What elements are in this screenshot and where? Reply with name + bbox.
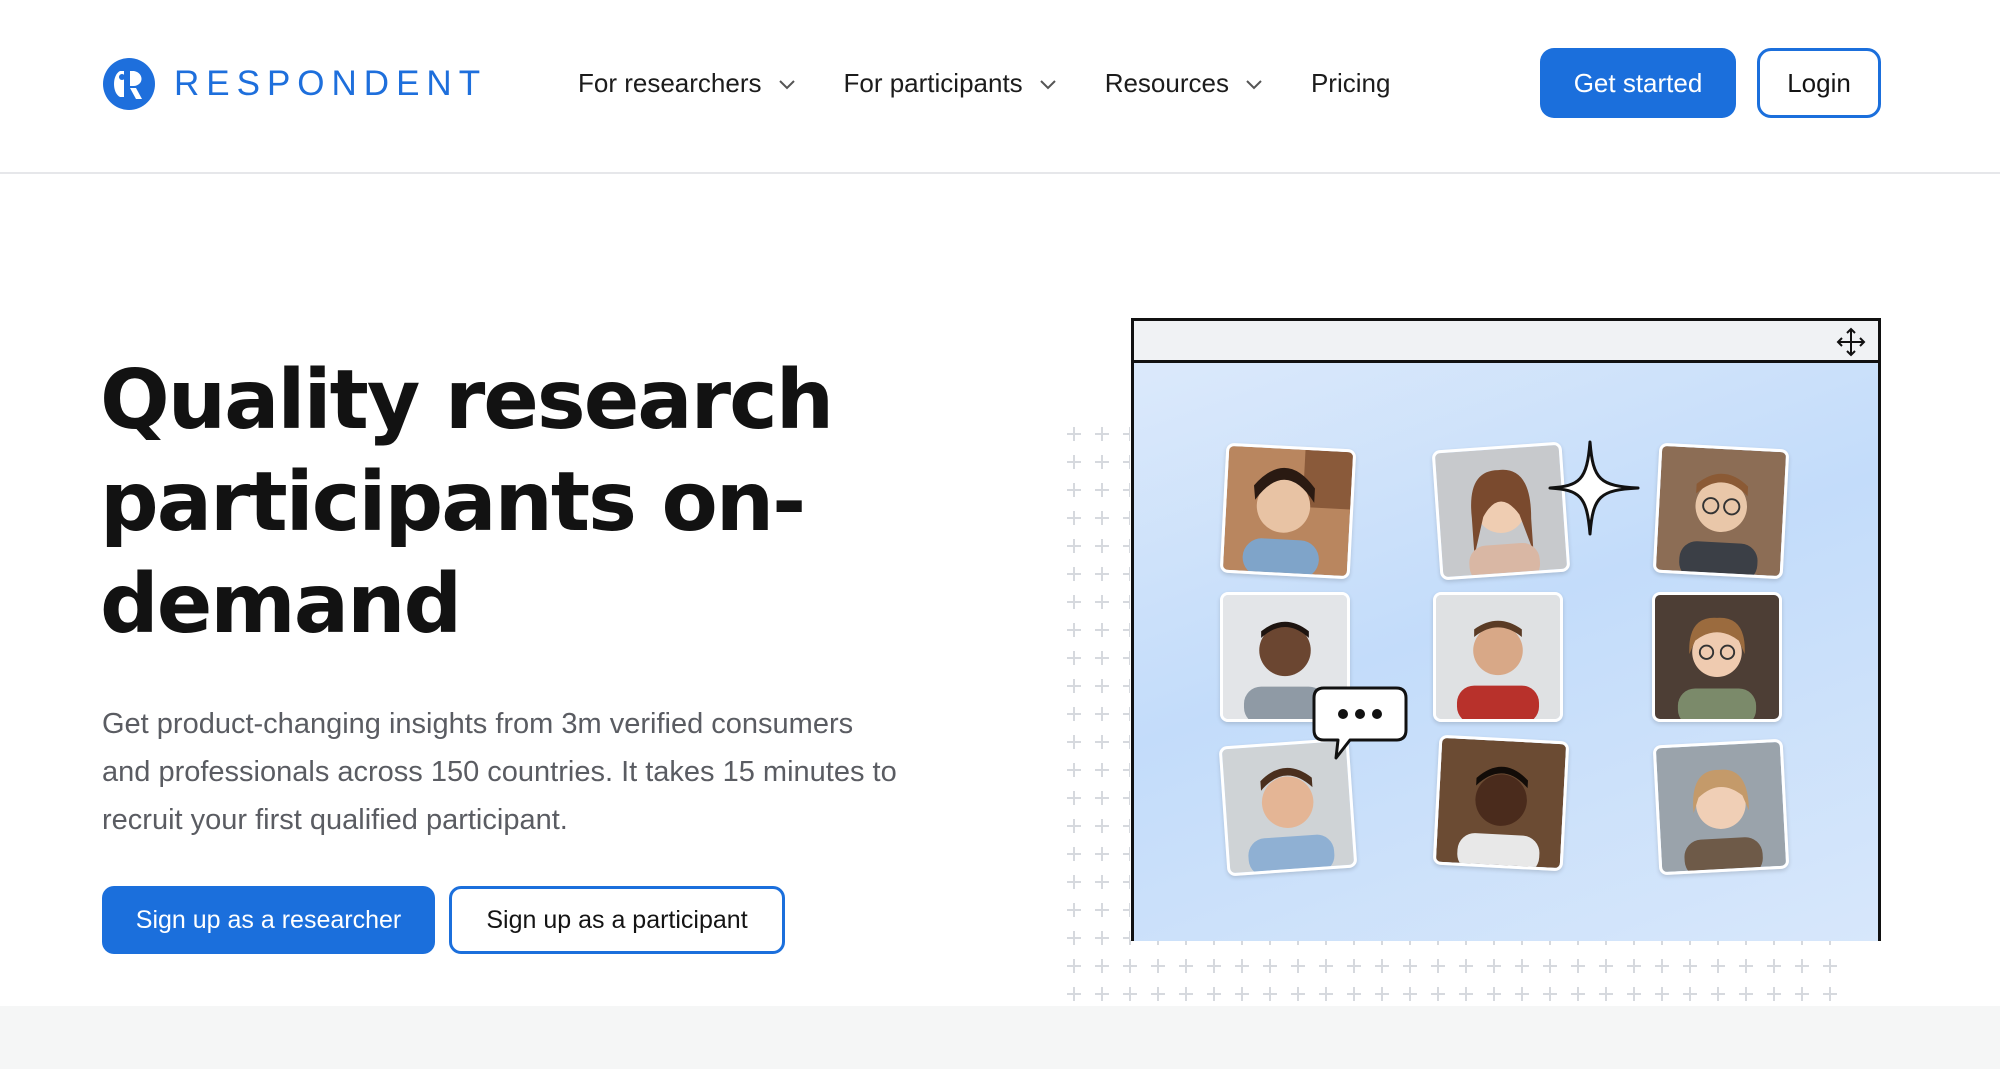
hero-title: Quality research participants on-demand	[100, 353, 834, 652]
participant-photo	[1652, 738, 1790, 876]
nav-label: Resources	[1104, 67, 1229, 98]
participant-photo	[1432, 734, 1570, 872]
nav-label: For participants	[843, 67, 1023, 98]
get-started-button[interactable]: Get started	[1540, 48, 1736, 118]
main-nav: For researchers For participants Resourc…	[578, 62, 1390, 104]
chevron-down-icon	[1246, 80, 1262, 90]
brand-name: RESPONDENT	[174, 64, 488, 103]
hero-subtitle: Get product-changing insights from 3m ve…	[102, 708, 897, 836]
respondent-logo-icon	[103, 58, 155, 110]
chat-bubble-icon	[1312, 686, 1408, 760]
participant-photo	[1652, 592, 1782, 722]
nav-label: Pricing	[1310, 67, 1391, 98]
nav-for-researchers[interactable]: For researchers	[578, 62, 796, 104]
nav-label: For researchers	[578, 67, 762, 98]
sign-up-researcher-button[interactable]: Sign up as a researcher	[102, 886, 435, 954]
sign-up-participant-button[interactable]: Sign up as a participant	[449, 886, 785, 954]
move-icon	[1836, 327, 1866, 357]
participant-photo	[1433, 592, 1563, 722]
nav-resources[interactable]: Resources	[1105, 62, 1263, 104]
next-section-band	[0, 1006, 2000, 1069]
window-titlebar	[1134, 321, 1878, 363]
sparkle-icon	[1548, 440, 1640, 536]
participant-photo	[1652, 442, 1790, 580]
participant-photo	[1219, 442, 1357, 580]
login-button[interactable]: Login	[1757, 48, 1881, 118]
chevron-down-icon	[1039, 80, 1056, 90]
nav-pricing[interactable]: Pricing	[1311, 62, 1390, 104]
nav-for-participants[interactable]: For participants	[844, 62, 1057, 104]
chevron-down-icon	[778, 80, 795, 90]
site-header: RESPONDENT For researchers For participa…	[0, 0, 2000, 174]
brand-logo[interactable]: RESPONDENT	[102, 56, 487, 112]
